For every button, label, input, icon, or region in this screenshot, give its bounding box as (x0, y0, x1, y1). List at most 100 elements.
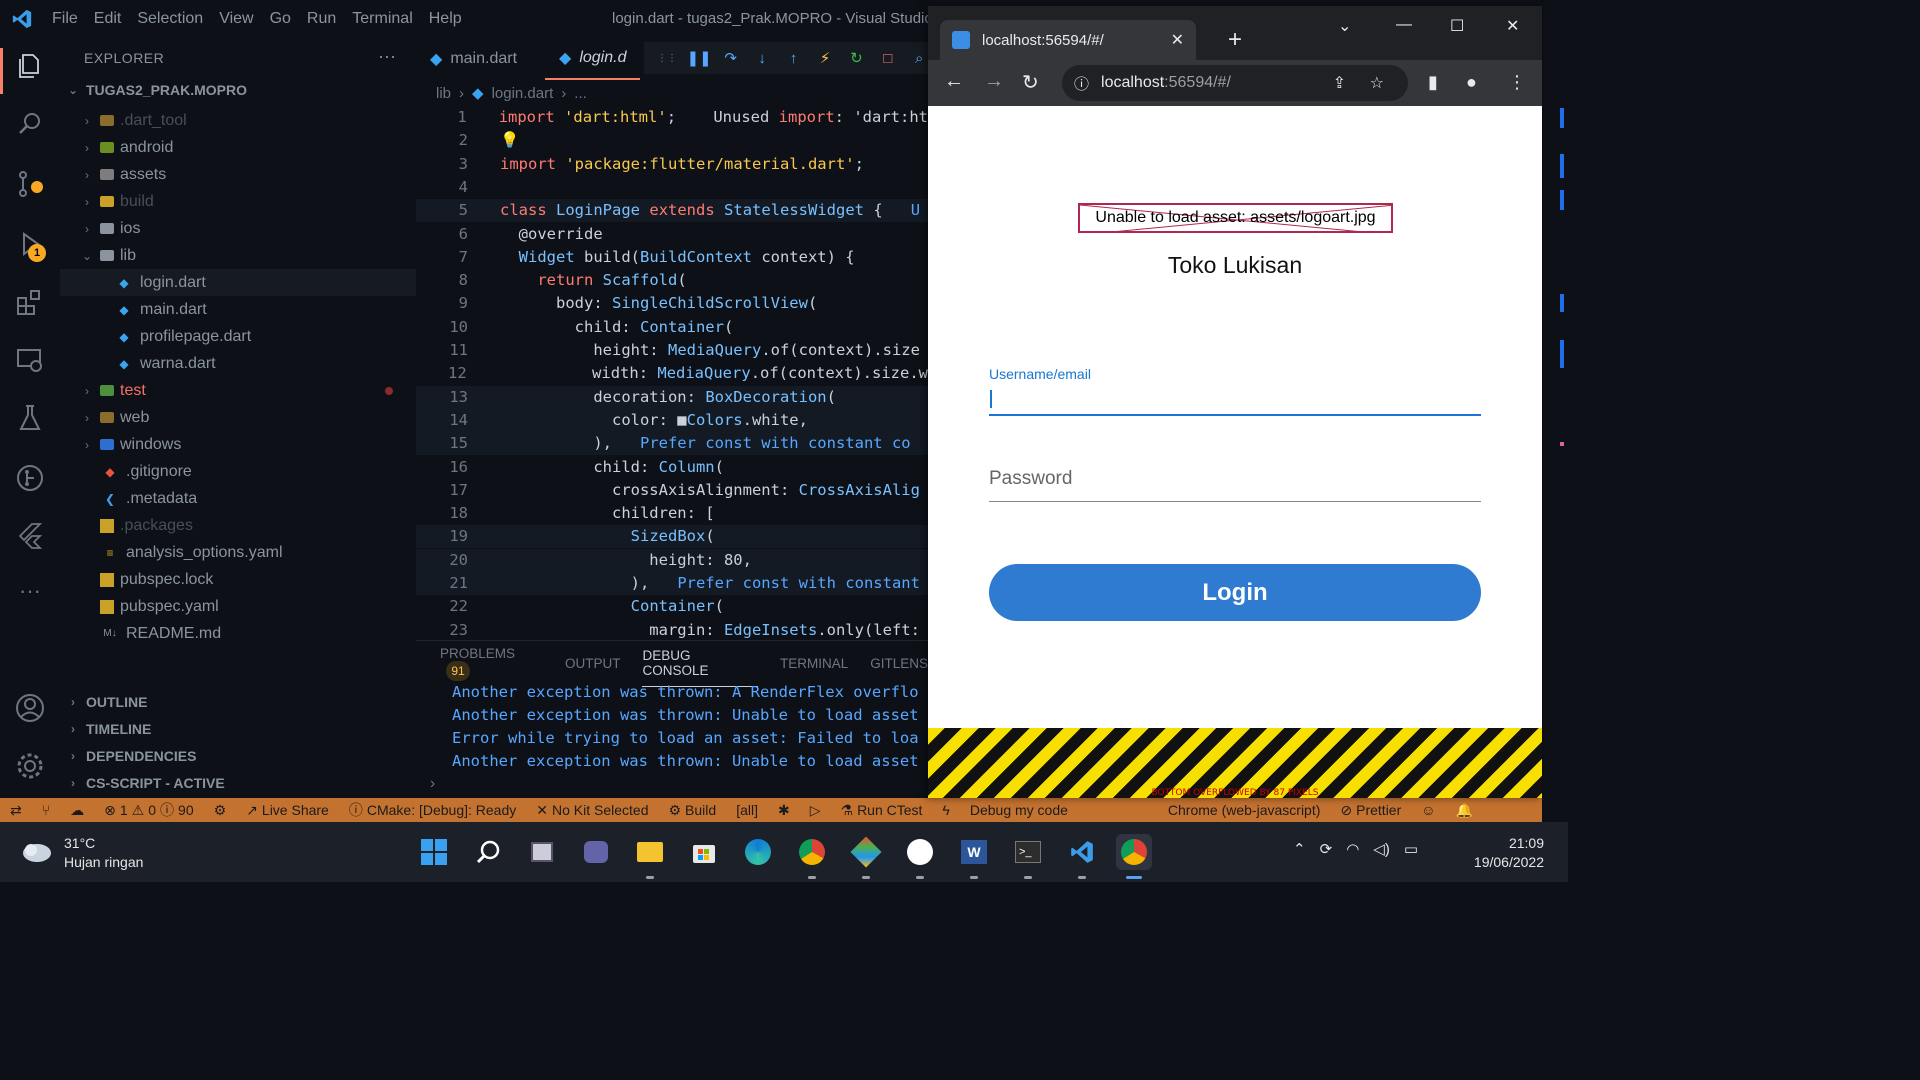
code-line[interactable]: 6 @override (416, 223, 928, 246)
tree-item-test[interactable]: › test (60, 377, 416, 404)
vscode-icon[interactable] (1064, 834, 1100, 870)
section-cs-script[interactable]: › CS-SCRIPT - ACTIVE (66, 775, 225, 791)
tree-item-windows[interactable]: › windows (60, 431, 416, 458)
tree-item-analysis-options[interactable]: ≡ analysis_options.yaml (60, 539, 416, 566)
menu-edit[interactable]: Edit (86, 0, 130, 38)
explorer-icon[interactable] (14, 50, 46, 82)
tree-item-packages[interactable]: .packages (60, 512, 416, 539)
problems-status[interactable]: ⊗ 1 ⚠ 0 ⓘ 90 (94, 800, 203, 820)
tree-item-pubspec-yaml[interactable]: pubspec.yaml (60, 593, 416, 620)
start-icon[interactable] (416, 834, 452, 870)
tab-gitlens[interactable]: GITLENS (870, 656, 928, 671)
tab-problems[interactable]: PROBLEMS91 (440, 646, 543, 681)
code-line[interactable]: 2 💡 (416, 129, 928, 152)
reload-icon[interactable]: ↻ (1022, 70, 1039, 95)
search-icon[interactable] (470, 834, 506, 870)
kit-selector[interactable]: ✕ No Kit Selected (526, 802, 658, 819)
breadcrumb-item[interactable]: ... (574, 85, 587, 102)
code-line[interactable]: 17 crossAxisAlignment: CrossAxisAlig (416, 479, 928, 502)
code-line[interactable]: 22 Container( (416, 595, 928, 618)
remote-explorer-icon[interactable] (14, 344, 46, 376)
password-input[interactable] (989, 456, 1481, 502)
word-icon[interactable]: W (956, 834, 992, 870)
settings-gear-icon[interactable] (14, 750, 46, 782)
tree-item-ios[interactable]: › ios (60, 215, 416, 242)
code-line[interactable]: 7 Widget build(BuildContext context) { (416, 246, 928, 269)
menu-help[interactable]: Help (421, 0, 470, 38)
battery-icon[interactable]: ▭ (1404, 840, 1418, 858)
browser-tab[interactable]: localhost:56594/#/ ✕ (940, 20, 1196, 60)
breadcrumb-item[interactable]: lib (436, 85, 451, 102)
site-info-icon[interactable]: ⓘ (1074, 73, 1089, 94)
tree-item-warna-dart[interactable]: ◆ warna.dart (60, 350, 416, 377)
live-share-button[interactable]: ↗ Live Share (236, 802, 339, 819)
prettier-button[interactable]: ⊘ Prettier (1330, 802, 1411, 819)
extensions-icon[interactable] (14, 286, 46, 318)
task-view-icon[interactable] (524, 834, 560, 870)
tree-item-web[interactable]: › web (60, 404, 416, 431)
hot-reload-icon[interactable]: ⚡ (816, 49, 833, 67)
volume-icon[interactable]: ◁) (1373, 840, 1390, 858)
step-over-icon[interactable]: ↷ (722, 49, 739, 67)
stop-icon[interactable]: □ (879, 49, 896, 67)
code-line[interactable]: 9 body: SingleChildScrollView( (416, 292, 928, 315)
play-icon[interactable]: ▷ (800, 802, 831, 819)
tree-item-gitignore[interactable]: ◆ .gitignore (60, 458, 416, 485)
restart-icon[interactable]: ↻ (848, 49, 865, 67)
code-line[interactable]: 19 SizedBox( (416, 525, 928, 549)
code-editor[interactable]: 1 import 'dart:html'; Unused import: 'dar… (416, 106, 928, 640)
chrome-icon[interactable] (1116, 834, 1152, 870)
menu-terminal[interactable]: Terminal (344, 0, 420, 38)
username-input[interactable] (989, 386, 1481, 416)
profile-icon[interactable]: ● (1466, 72, 1477, 93)
wifi-icon[interactable]: ◠ (1346, 840, 1359, 858)
close-tab-icon[interactable]: ✕ (1171, 30, 1184, 50)
code-line[interactable]: 15 ), Prefer const with constant co (416, 432, 928, 456)
project-root[interactable]: ⌄ TUGAS2_PRAK.MOPRO (66, 82, 247, 98)
side-panel-icon[interactable]: ▮ (1428, 72, 1438, 93)
tree-item-build[interactable]: › build (60, 188, 416, 215)
address-bar[interactable]: ⓘ localhost:56594/#/ ⇪ ☆ (1062, 65, 1408, 101)
menu-run[interactable]: Run (299, 0, 344, 38)
gitlens-icon[interactable] (14, 462, 46, 494)
code-line[interactable]: 5 class LoginPage extends StatelessWidget… (416, 199, 928, 223)
tree-item-login-dart[interactable]: ◆ login.dart (60, 269, 416, 296)
close-window-icon[interactable]: ✕ (1506, 16, 1519, 36)
tab-login-dart[interactable]: ◆ login.d (545, 38, 641, 80)
tree-item-android[interactable]: › android (60, 134, 416, 161)
bookmark-star-icon[interactable]: ☆ (1370, 73, 1384, 93)
tab-search-icon[interactable]: ⌄ (1338, 16, 1351, 36)
flutter-icon[interactable] (14, 520, 46, 552)
code-line[interactable]: 8 return Scaffold( (416, 269, 928, 292)
chrome-profile-icon[interactable] (794, 834, 830, 870)
share-icon[interactable]: ⇪ (1333, 73, 1346, 93)
code-line[interactable]: 1 import 'dart:html'; Unused import: 'dar… (416, 106, 928, 129)
code-line[interactable]: 10 child: Container( (416, 316, 928, 339)
chevron-up-icon[interactable]: ⌃ (1293, 840, 1306, 858)
code-line[interactable]: 16 child: Column( (416, 456, 928, 479)
edge-icon[interactable] (740, 834, 776, 870)
minimize-icon[interactable]: — (1396, 16, 1412, 34)
menu-view[interactable]: View (211, 0, 261, 38)
chat-icon[interactable] (578, 834, 614, 870)
sync-icon[interactable]: ⟳ (1320, 840, 1333, 858)
devtools-icon[interactable]: ⌕ (911, 49, 928, 67)
build-button[interactable]: ⚙ Build (658, 802, 726, 819)
tab-main-dart[interactable]: ◆ main.dart (416, 38, 531, 80)
more-icon[interactable]: ··· (14, 578, 46, 610)
pause-icon[interactable]: ❚❚ (686, 49, 711, 67)
forward-icon[interactable]: → (984, 70, 1004, 93)
tree-item-dart-tool[interactable]: › .dart_tool (60, 107, 416, 134)
search-icon[interactable] (14, 108, 46, 140)
lightning-icon[interactable]: ϟ (932, 802, 959, 818)
code-line[interactable]: 20 height: 80, (416, 548, 928, 572)
store-icon[interactable] (686, 834, 722, 870)
explorer-more-icon[interactable]: ··· (378, 46, 396, 67)
code-line[interactable]: 23 margin: EdgeInsets.only(left: (416, 619, 928, 640)
cmake-status[interactable]: ⓘ CMake: [Debug]: Ready (339, 800, 526, 820)
breadcrumb-item[interactable]: login.dart (492, 85, 554, 102)
app-icon[interactable] (902, 834, 938, 870)
run-debug-icon[interactable]: 1 (14, 228, 46, 262)
section-dependencies[interactable]: › DEPENDENCIES (66, 748, 196, 764)
new-tab-icon[interactable]: + (1228, 26, 1242, 54)
